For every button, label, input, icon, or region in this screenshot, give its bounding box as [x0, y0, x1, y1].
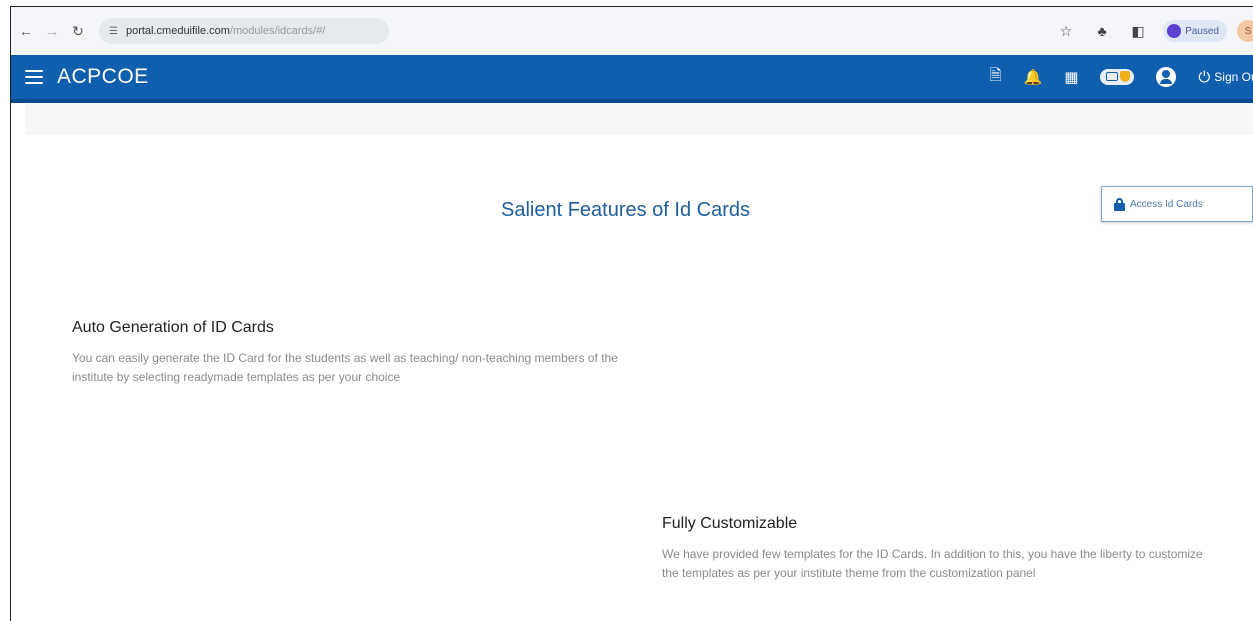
profile-label: Paused — [1185, 25, 1219, 37]
feature-title: Auto Generation of ID Cards — [72, 319, 274, 336]
brand-title[interactable]: ACPCOE — [57, 65, 149, 89]
browser-window: ← → ↻ ☰ portal.cmeduifile.com /modules/i… — [10, 6, 1253, 621]
sign-out-label: Sign Out — [1214, 70, 1253, 84]
reload-icon[interactable]: ↻ — [67, 20, 89, 42]
hamburger-menu-icon[interactable] — [25, 70, 43, 84]
feature-description: We have provided few templates for the I… — [662, 547, 1203, 580]
feature-fully-customizable: Fully Customizable We have provided few … — [662, 515, 1222, 583]
side-panel-icon[interactable]: ◧ — [1127, 20, 1149, 42]
feature-auto-generation: Auto Generation of ID Cards You can easi… — [72, 319, 642, 387]
profile-dot-icon — [1167, 24, 1182, 38]
site-settings-icon[interactable]: ☰ — [109, 26, 118, 37]
sub-header-strip — [25, 103, 1253, 135]
id-card-trophy-icon[interactable] — [1100, 69, 1135, 85]
back-icon[interactable]: ← — [15, 20, 37, 42]
document-icon[interactable]: 🗎 — [989, 65, 1001, 90]
access-button-label: Access Id Cards — [1130, 198, 1203, 210]
user-account-icon[interactable] — [1156, 67, 1177, 87]
app-header: ACPCOE 🗎 🔔 ▦ ⏻ Sign Out — [11, 55, 1253, 103]
url-host: portal.cmeduifile.com — [125, 25, 230, 37]
access-id-cards-button[interactable]: Access Id Cards — [1101, 186, 1253, 222]
sign-out-button[interactable]: ⏻ Sign Out — [1198, 69, 1253, 86]
extensions-icon[interactable]: ♣ — [1091, 20, 1113, 42]
forward-icon[interactable]: → — [41, 20, 63, 42]
profile-chip[interactable]: Paused — [1163, 20, 1227, 42]
browser-toolbar: ← → ↻ ☰ portal.cmeduifile.com /modules/i… — [11, 7, 1253, 55]
header-actions: 🗎 🔔 ▦ ⏻ Sign Out — [967, 55, 1253, 99]
feature-description: You can easily generate the ID Card for … — [72, 351, 618, 384]
bookmark-star-icon[interactable]: ☆ — [1055, 20, 1077, 42]
feature-title: Fully Customizable — [662, 515, 798, 532]
browser-actions: ☆ ♣ ◧ Paused S — [1041, 7, 1253, 55]
bell-icon[interactable]: 🔔 — [1024, 68, 1043, 86]
url-path: /modules/idcards/#/ — [229, 25, 326, 37]
grid-icon[interactable]: ▦ — [1064, 68, 1078, 86]
address-bar[interactable]: ☰ portal.cmeduifile.com /modules/idcards… — [99, 18, 389, 44]
power-icon: ⏻ — [1198, 68, 1211, 86]
profile-avatar[interactable]: S — [1237, 20, 1253, 42]
page-title: Salient Features of Id Cards — [500, 199, 750, 221]
lock-icon — [1114, 197, 1125, 211]
